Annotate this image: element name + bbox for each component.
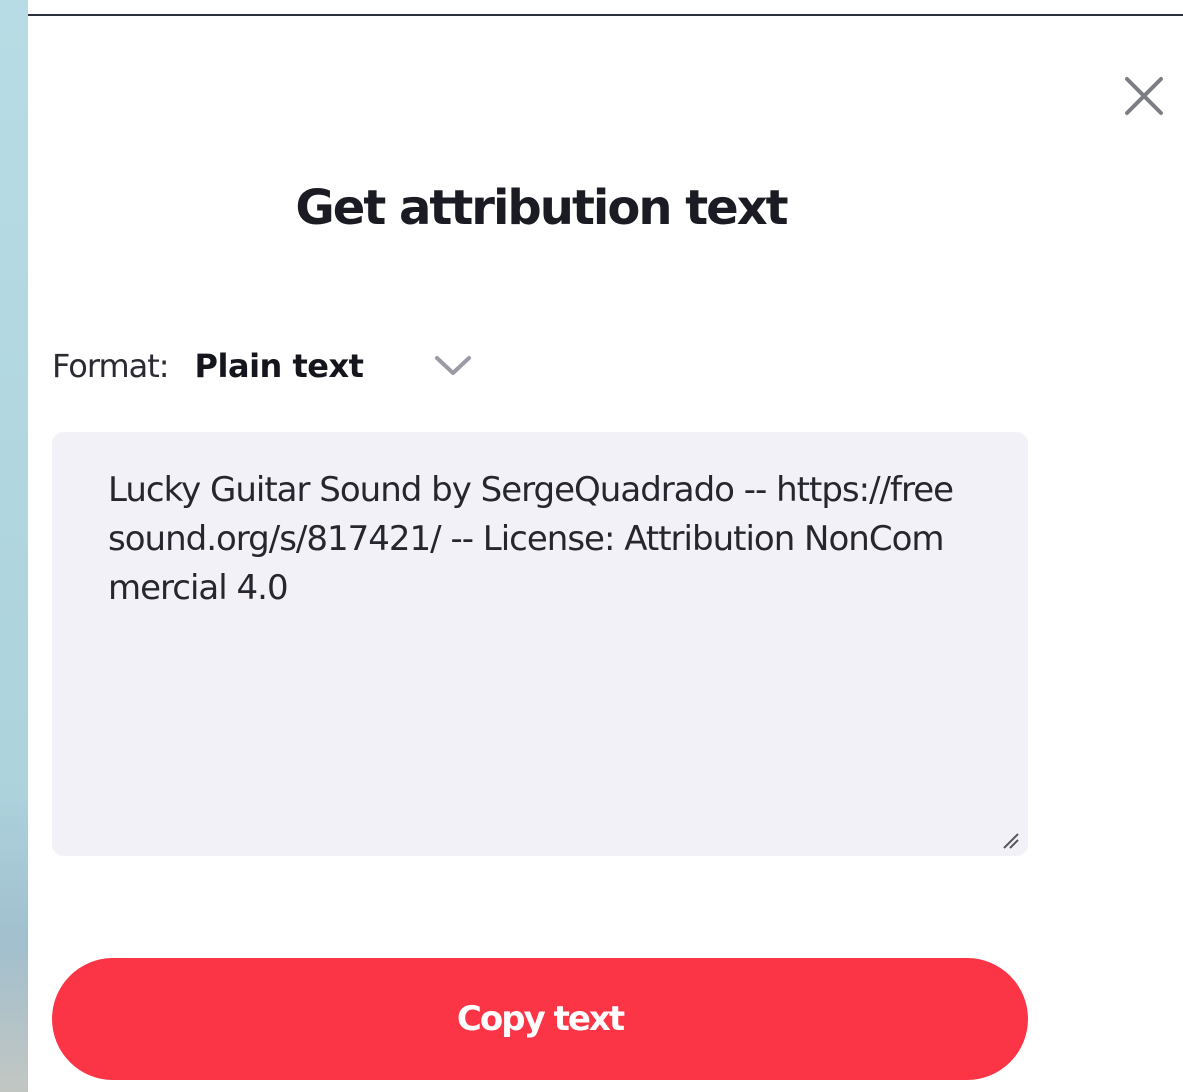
format-row: Format: Plain text	[52, 338, 473, 394]
format-label: Format:	[52, 347, 170, 385]
format-selected-value: Plain text	[194, 347, 364, 385]
backdrop-image-fragment	[0, 790, 30, 1092]
modal-top-border	[28, 14, 1183, 16]
chevron-down-icon	[433, 354, 473, 378]
attribution-textarea[interactable]: Lucky Guitar Sound by SergeQuadrado -- h…	[52, 432, 1028, 856]
resize-handle-icon[interactable]	[1000, 830, 1020, 850]
copy-text-button[interactable]: Copy text	[52, 958, 1028, 1080]
close-icon	[1125, 77, 1163, 115]
close-button[interactable]	[1118, 70, 1170, 122]
modal-title: Get attribution text	[295, 180, 788, 236]
attribution-text: Lucky Guitar Sound by SergeQuadrado -- h…	[108, 470, 954, 608]
format-select[interactable]: Plain text	[195, 347, 474, 385]
